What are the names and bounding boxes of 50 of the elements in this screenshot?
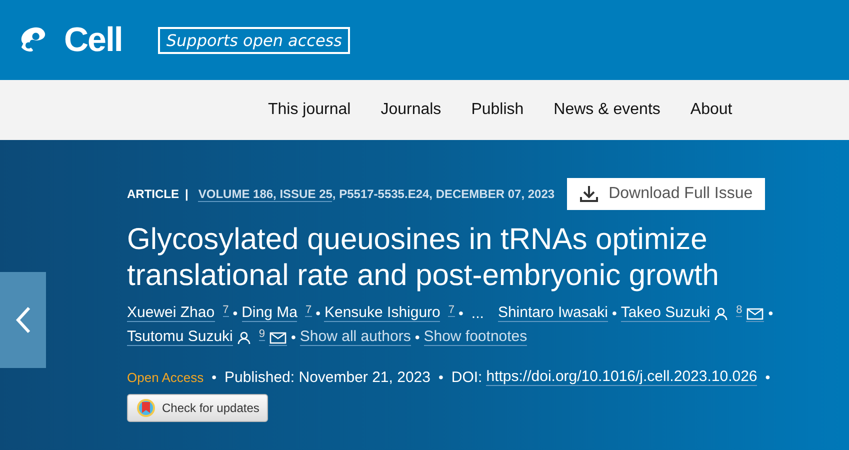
citation: VOLUME 186, ISSUE 25, P5517-5535.E24, DECEMBER 07, 2023	[198, 187, 555, 201]
affiliation-number[interactable]: 8	[736, 304, 742, 317]
download-button[interactable]: Download Full Issue	[566, 178, 765, 210]
chevron-left-icon	[14, 305, 32, 335]
published-date: Published: November 21, 2023	[224, 368, 430, 386]
bullet: •	[765, 369, 770, 385]
nav-link[interactable]: About	[690, 101, 732, 119]
bullet: •	[414, 329, 420, 345]
toggle-link[interactable]: Show footnotes	[424, 328, 528, 346]
person-icon	[714, 307, 728, 321]
bullet: •	[232, 305, 238, 321]
mail-icon[interactable]	[746, 307, 764, 322]
mail-icon[interactable]	[269, 331, 288, 346]
doi-label: DOI:	[451, 368, 482, 386]
bullet: •	[612, 305, 617, 321]
affiliation-number[interactable]: 7	[222, 304, 229, 317]
author-link[interactable]: Takeo Suzuki	[620, 304, 710, 322]
download-icon	[578, 185, 599, 203]
tagline: Supports open access	[158, 26, 350, 54]
nav-link[interactable]: News & events	[554, 101, 660, 119]
bullet: •	[458, 305, 464, 321]
affiliation-number[interactable]: 7	[305, 304, 312, 317]
affiliation-number[interactable]: 9	[258, 328, 266, 341]
author-link[interactable]: Kensuke Ishiguro	[324, 304, 440, 322]
logo-text[interactable]: Cell	[64, 20, 122, 60]
nav-link[interactable]: Journals	[380, 101, 442, 119]
previous-button[interactable]	[0, 272, 46, 368]
volume-link[interactable]: VOLUME 186, ISSUE 25	[198, 187, 332, 202]
bullet: •	[212, 369, 217, 385]
nav-link[interactable]: Publish	[471, 101, 524, 119]
article-type: ARTICLE	[127, 187, 179, 201]
open-access-label: Open Access	[127, 370, 204, 384]
bullet: •	[316, 305, 320, 321]
author-link[interactable]: Tsutomu Suzuki	[127, 328, 233, 346]
author-link[interactable]: Xuewei Zhao	[127, 304, 215, 322]
person-icon	[236, 331, 251, 345]
bullet: •	[438, 369, 444, 385]
check-for-updates-button[interactable]: Check for updates	[127, 394, 268, 422]
bullet: •	[291, 329, 296, 345]
bookmark-icon	[136, 398, 156, 418]
nav-link[interactable]: This journal	[268, 101, 351, 119]
affiliation-number[interactable]: 7	[448, 304, 455, 317]
separator: |	[185, 187, 188, 201]
article-title: Glycosylated queuosines in tRNAs optimize translational rate and post-embryonic growth	[127, 222, 720, 294]
toggle-link[interactable]: Show all authors	[300, 328, 411, 346]
bullet: •	[768, 305, 774, 321]
author-link[interactable]: Shintaro Iwasaki	[498, 304, 608, 322]
doi-link[interactable]: https://doi.org/10.1016/j.cell.2023.10.026	[486, 368, 758, 386]
author-link[interactable]: Ding Ma	[242, 304, 298, 322]
ellipsis: ...	[471, 304, 484, 322]
